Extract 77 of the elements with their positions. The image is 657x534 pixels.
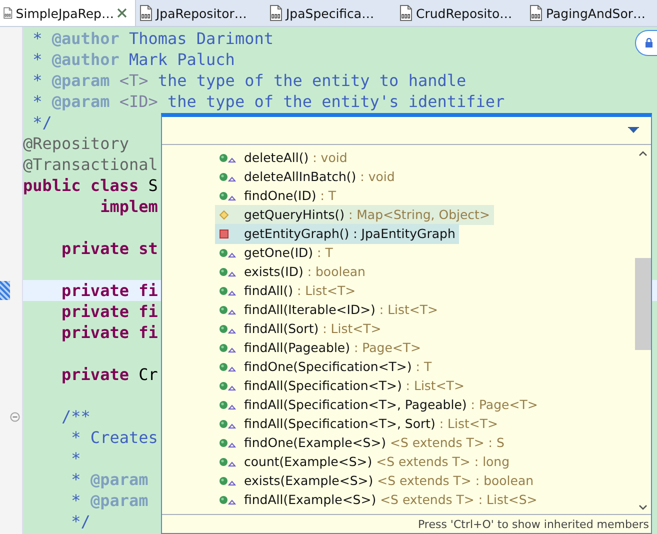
outline-item[interactable]: findAll(Sort) : List<T> [215, 318, 386, 338]
public-method-icon [219, 456, 237, 466]
public-method-icon [219, 362, 237, 372]
dropdown-menu-icon[interactable] [628, 127, 639, 134]
outline-item[interactable]: deleteAll() : void [215, 148, 352, 168]
public-method-icon [219, 380, 237, 390]
outline-item[interactable]: findAll(Pageable) : Page<T> [215, 338, 426, 358]
public-method-icon [219, 152, 237, 162]
public-method-icon [219, 286, 237, 296]
code-line: implem [99, 196, 158, 217]
outline-item[interactable]: findOne(ID) : T [215, 186, 340, 206]
code-line: public class S [23, 175, 158, 196]
close-icon[interactable] [117, 8, 127, 18]
code-line: /** [60, 406, 90, 427]
code-line: private st [60, 238, 158, 259]
public-method-icon [219, 248, 237, 258]
code-line: private fi [60, 280, 158, 301]
lock-icon [645, 38, 653, 48]
public-method-icon [219, 172, 237, 182]
code-line: @Repository [23, 133, 129, 154]
public-method-icon [219, 494, 237, 504]
class-file-icon [269, 5, 283, 21]
outline-item[interactable]: findAll(Specification<T>, Sort) : List<T> [215, 414, 502, 434]
class-file-icon [399, 5, 413, 21]
class-file-icon [139, 5, 153, 21]
public-method-icon [219, 324, 237, 334]
code-line: * @author Mark Paluch [32, 49, 235, 70]
code-line: * @param [70, 469, 148, 490]
code-line: * @author Thomas Darimont [32, 28, 274, 49]
code-line: private Cr [60, 364, 158, 385]
outline-item[interactable]: findAll(Specification<T>, Pageable) : Page<T> [215, 394, 542, 414]
outline-item[interactable]: findAll(Iterable<ID>) : List<T> [215, 300, 442, 320]
code-line: * [70, 448, 81, 469]
outline-item[interactable]: findAll() : List<T> [215, 280, 360, 300]
editor-tab[interactable]: PagingAndSor… [526, 0, 656, 26]
class-file-icon [529, 5, 543, 21]
public-method-icon [219, 400, 237, 410]
public-method-icon [219, 190, 237, 200]
private-method-icon [219, 228, 229, 238]
outline-item[interactable]: exists(ID) : boolean [215, 262, 370, 282]
outline-item[interactable]: exists(Example<S>) <S extends T> : boolean [215, 470, 538, 490]
scroll-down-icon[interactable] [639, 505, 647, 510]
code-line: * @param [70, 490, 148, 511]
code-line: private fi [60, 322, 158, 343]
default-method-icon [219, 210, 229, 220]
scroll-thumb[interactable] [635, 258, 651, 350]
hint-text: Press 'Ctrl+O' to show inherited members [418, 518, 649, 530]
editor-tab[interactable]: SimpleJpaRep… [0, 0, 136, 26]
public-method-icon [219, 476, 237, 486]
public-method-icon [219, 418, 237, 428]
lock-button[interactable] [635, 30, 657, 56]
outline-item[interactable]: findOne(Example<S>) <S extends T> : S [215, 432, 508, 452]
outline-item[interactable]: findAll(Specification<T>) : List<T> [215, 376, 468, 396]
code-line: * @param <T> the type of the entity to handle [32, 70, 466, 91]
code-line: */ [70, 511, 90, 532]
collapse-icon[interactable] [10, 412, 20, 422]
editor-tab[interactable]: JpaRepositor… [136, 0, 266, 26]
outline-item[interactable]: getEntityGraph() : JpaEntityGraph [215, 224, 460, 244]
outline-item[interactable]: getOne(ID) : T [215, 242, 337, 262]
code-line: * @param <ID> the type of the entity's identifier [32, 91, 505, 112]
editor-tab[interactable]: CrudReposito… [396, 0, 526, 26]
outline-item[interactable]: getQueryHints() : Map<String, Object> [215, 204, 494, 224]
public-method-icon [219, 304, 237, 314]
public-method-icon [219, 266, 237, 276]
class-file-icon [3, 5, 13, 21]
code-line: @Transactional [23, 154, 158, 175]
code-line: */ [32, 112, 52, 133]
outline-item[interactable]: deleteAllInBatch() : void [215, 166, 399, 186]
code-line: private fi [60, 301, 158, 322]
outline-item[interactable]: count(Example<S>) <S extends T> : long [215, 452, 514, 472]
outline-item[interactable]: findAll(Example<S>) <S extends T> : List<S> [215, 490, 542, 510]
public-method-icon [219, 342, 237, 352]
scroll-up-icon[interactable] [639, 151, 647, 156]
public-method-icon [219, 438, 237, 448]
outline-item[interactable]: findOne(Specification<T>) : T [215, 356, 436, 376]
code-line: * Creates [70, 427, 158, 448]
editor-tab[interactable]: JpaSpecifica… [266, 0, 396, 26]
